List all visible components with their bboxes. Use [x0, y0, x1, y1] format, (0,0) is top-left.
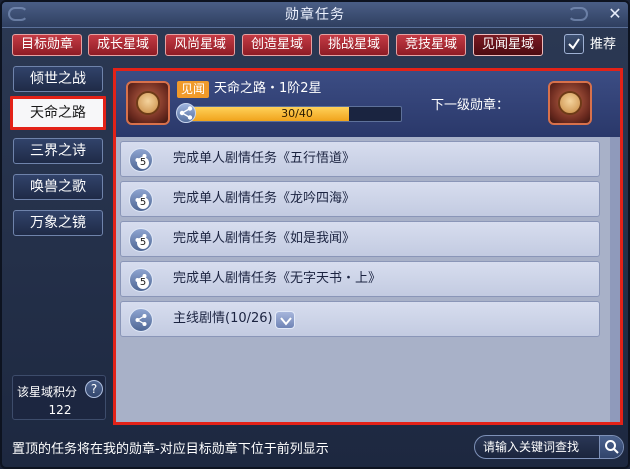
task-count: 5 [137, 237, 149, 249]
current-medal-icon [126, 81, 170, 125]
task-row[interactable]: 5 完成单人剧情任务《如是我闻》 [120, 221, 600, 257]
progress-text: 30/40 [281, 107, 313, 120]
task-list: 5 完成单人剧情任务《五行悟道》 5 完成单人剧情任务《龙吟四海》 5 完成单人… [116, 137, 611, 422]
share-icon[interactable] [176, 103, 196, 123]
task-count: 5 [137, 277, 149, 289]
share-icon[interactable] [129, 308, 153, 332]
title-bar: 勋章任务 ✕ [2, 2, 628, 28]
task-row-main-story[interactable]: 主线剧情(10/26) [120, 301, 600, 337]
checkmark-icon [568, 38, 580, 50]
tab-compete-domain[interactable]: 竞技星域 [396, 34, 466, 56]
help-button[interactable]: ? [85, 380, 103, 398]
window-title: 勋章任务 [285, 7, 345, 23]
chevron-down-icon [280, 317, 292, 326]
recommend-toggle: 推荐 [564, 34, 624, 56]
sidebar-item-qingshi[interactable]: 倾世之战 [13, 66, 103, 92]
tab-growth-domain[interactable]: 成长星域 [88, 34, 158, 56]
recommend-checkbox[interactable] [564, 34, 584, 54]
sidebar-item-tianming[interactable]: 天命之路 [10, 96, 106, 130]
medal-header: 见闻 天命之路・1阶2星 30/40 下一级勋章： [116, 71, 620, 137]
medal-progress: 30/40 [176, 103, 402, 123]
task-row[interactable]: 5 完成单人剧情任务《龙吟四海》 [120, 181, 600, 217]
medal-detail-panel: 见闻 天命之路・1阶2星 30/40 下一级勋章： 5 完成单人剧情任务《五行悟… [113, 68, 623, 425]
domain-score-box: 该星域积分 ? 122 [12, 375, 106, 420]
task-text: 完成单人剧情任务《如是我闻》 [173, 231, 356, 246]
task-row[interactable]: 5 完成单人剧情任务《五行悟道》 [120, 141, 600, 177]
tab-knowledge-domain[interactable]: 见闻星域 [473, 34, 543, 56]
medal-name: 天命之路・1阶2星 [214, 81, 322, 96]
close-button[interactable]: ✕ [606, 5, 624, 23]
task-text: 完成单人剧情任务《无字天书・上》 [173, 271, 382, 286]
task-text: 完成单人剧情任务《五行悟道》 [173, 151, 356, 166]
search-icon [605, 440, 619, 454]
footer-hint: 置顶的任务将在我的勋章-对应目标勋章下位于前列显示 [12, 442, 329, 457]
progress-bar: 30/40 [190, 106, 402, 122]
expand-button[interactable] [275, 311, 295, 329]
sidebar-item-sanjie[interactable]: 三界之诗 [13, 138, 103, 164]
search-button[interactable] [599, 436, 623, 458]
next-medal-label: 下一级勋章： [431, 98, 510, 113]
sidebar-item-huanshou[interactable]: 唤兽之歌 [13, 174, 103, 200]
rank-badge: 见闻 [177, 81, 209, 98]
tab-target-medal[interactable]: 目标勋章 [12, 34, 82, 56]
task-text: 完成单人剧情任务《龙吟四海》 [173, 191, 356, 206]
cloud-ornament-icon [8, 7, 28, 21]
task-count: 5 [137, 157, 149, 169]
task-list-scrollbar[interactable] [610, 137, 620, 422]
medal-task-window: 勋章任务 ✕ 目标勋章 成长星域 风尚星域 创造星域 挑战星域 竞技星域 见闻星… [0, 0, 630, 469]
task-count: 5 [137, 197, 149, 209]
next-medal-icon[interactable] [548, 81, 592, 125]
tab-challenge-domain[interactable]: 挑战星域 [319, 34, 389, 56]
cloud-ornament-icon [568, 7, 588, 21]
search-input[interactable] [475, 436, 599, 458]
task-text: 主线剧情(10/26) [173, 311, 273, 326]
domain-score-label: 该星域积分 [17, 385, 78, 399]
recommend-label: 推荐 [590, 37, 617, 52]
sidebar-item-wanxiang[interactable]: 万象之镜 [13, 210, 103, 236]
tab-create-domain[interactable]: 创造星域 [242, 34, 312, 56]
search-box [474, 435, 624, 459]
task-row[interactable]: 5 完成单人剧情任务《无字天书・上》 [120, 261, 600, 297]
tab-fashion-domain[interactable]: 风尚星域 [165, 34, 235, 56]
domain-score-value: 122 [48, 403, 72, 417]
